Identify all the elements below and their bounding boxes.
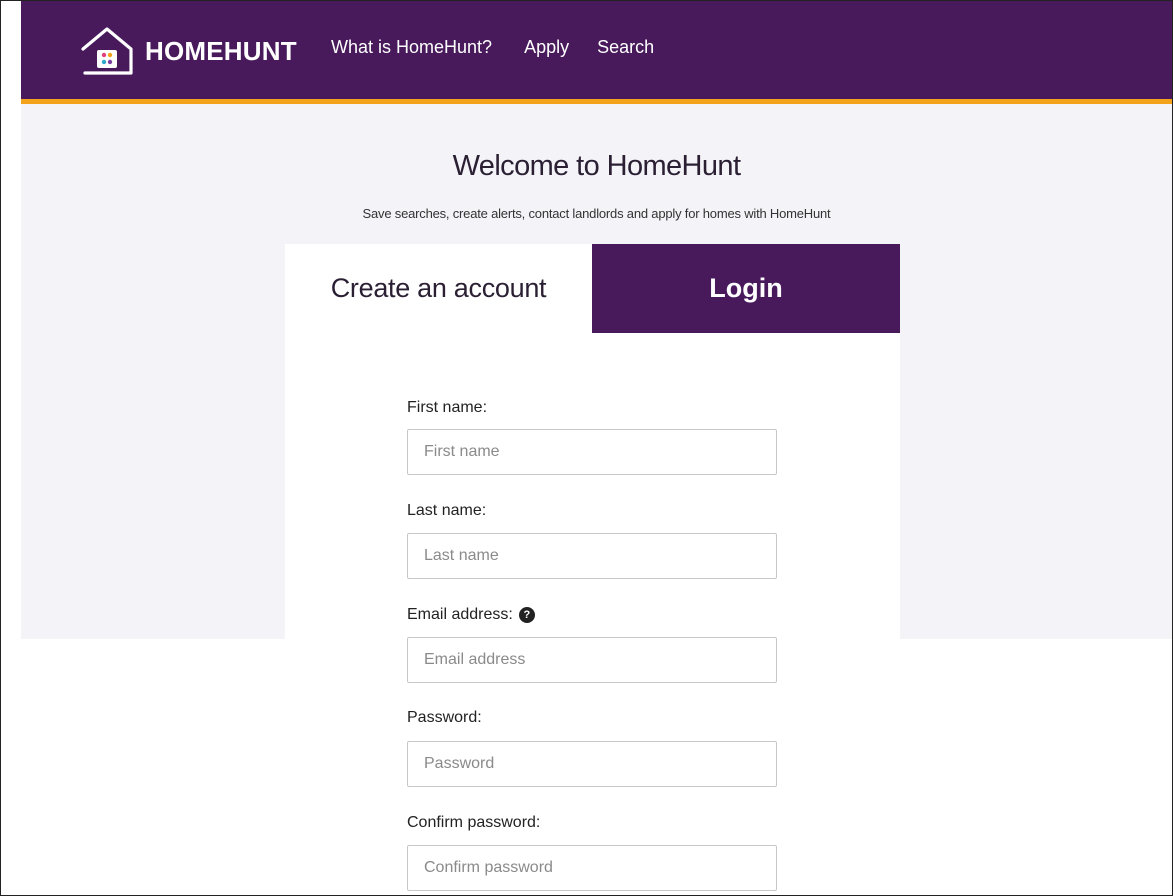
- homehunt-logo[interactable]: HOMEHUNT: [79, 21, 297, 81]
- nav-what-is-homehunt[interactable]: What is HomeHunt?: [331, 37, 492, 58]
- password-input[interactable]: [407, 741, 777, 787]
- page-title: Welcome to HomeHunt: [452, 150, 741, 182]
- password-label: Password:: [407, 709, 482, 726]
- top-navbar: HOMEHUNT What is HomeHunt? Apply Search: [21, 1, 1172, 104]
- tab-create-account[interactable]: Create an account: [285, 244, 592, 333]
- question-circle-icon[interactable]: ?: [518, 607, 535, 623]
- account-card: Create an account Login First name: Last…: [285, 244, 900, 895]
- nav-search[interactable]: Search: [597, 37, 654, 58]
- first-name-input[interactable]: [407, 429, 777, 475]
- tab-login[interactable]: Login: [592, 244, 900, 333]
- email-input[interactable]: [407, 637, 777, 683]
- nav-apply[interactable]: Apply: [524, 37, 569, 58]
- confirm-password-input[interactable]: [407, 845, 777, 891]
- last-name-input[interactable]: [407, 533, 777, 579]
- main-nav: What is HomeHunt? Apply Search: [331, 37, 686, 58]
- house-logo-icon: [81, 27, 133, 75]
- page-subtitle: Save searches, create alerts, contact la…: [362, 206, 831, 221]
- email-label: Email address:: [407, 606, 513, 623]
- confirm-password-label: Confirm password:: [407, 814, 541, 831]
- first-name-label: First name:: [407, 399, 488, 416]
- last-name-label: Last name:: [407, 502, 487, 519]
- email-label-row: Email address: ?: [407, 606, 535, 624]
- browser-frame: HOMEHUNT What is HomeHunt? Apply Search …: [0, 0, 1173, 896]
- brand-name: HOMEHUNT: [145, 35, 297, 66]
